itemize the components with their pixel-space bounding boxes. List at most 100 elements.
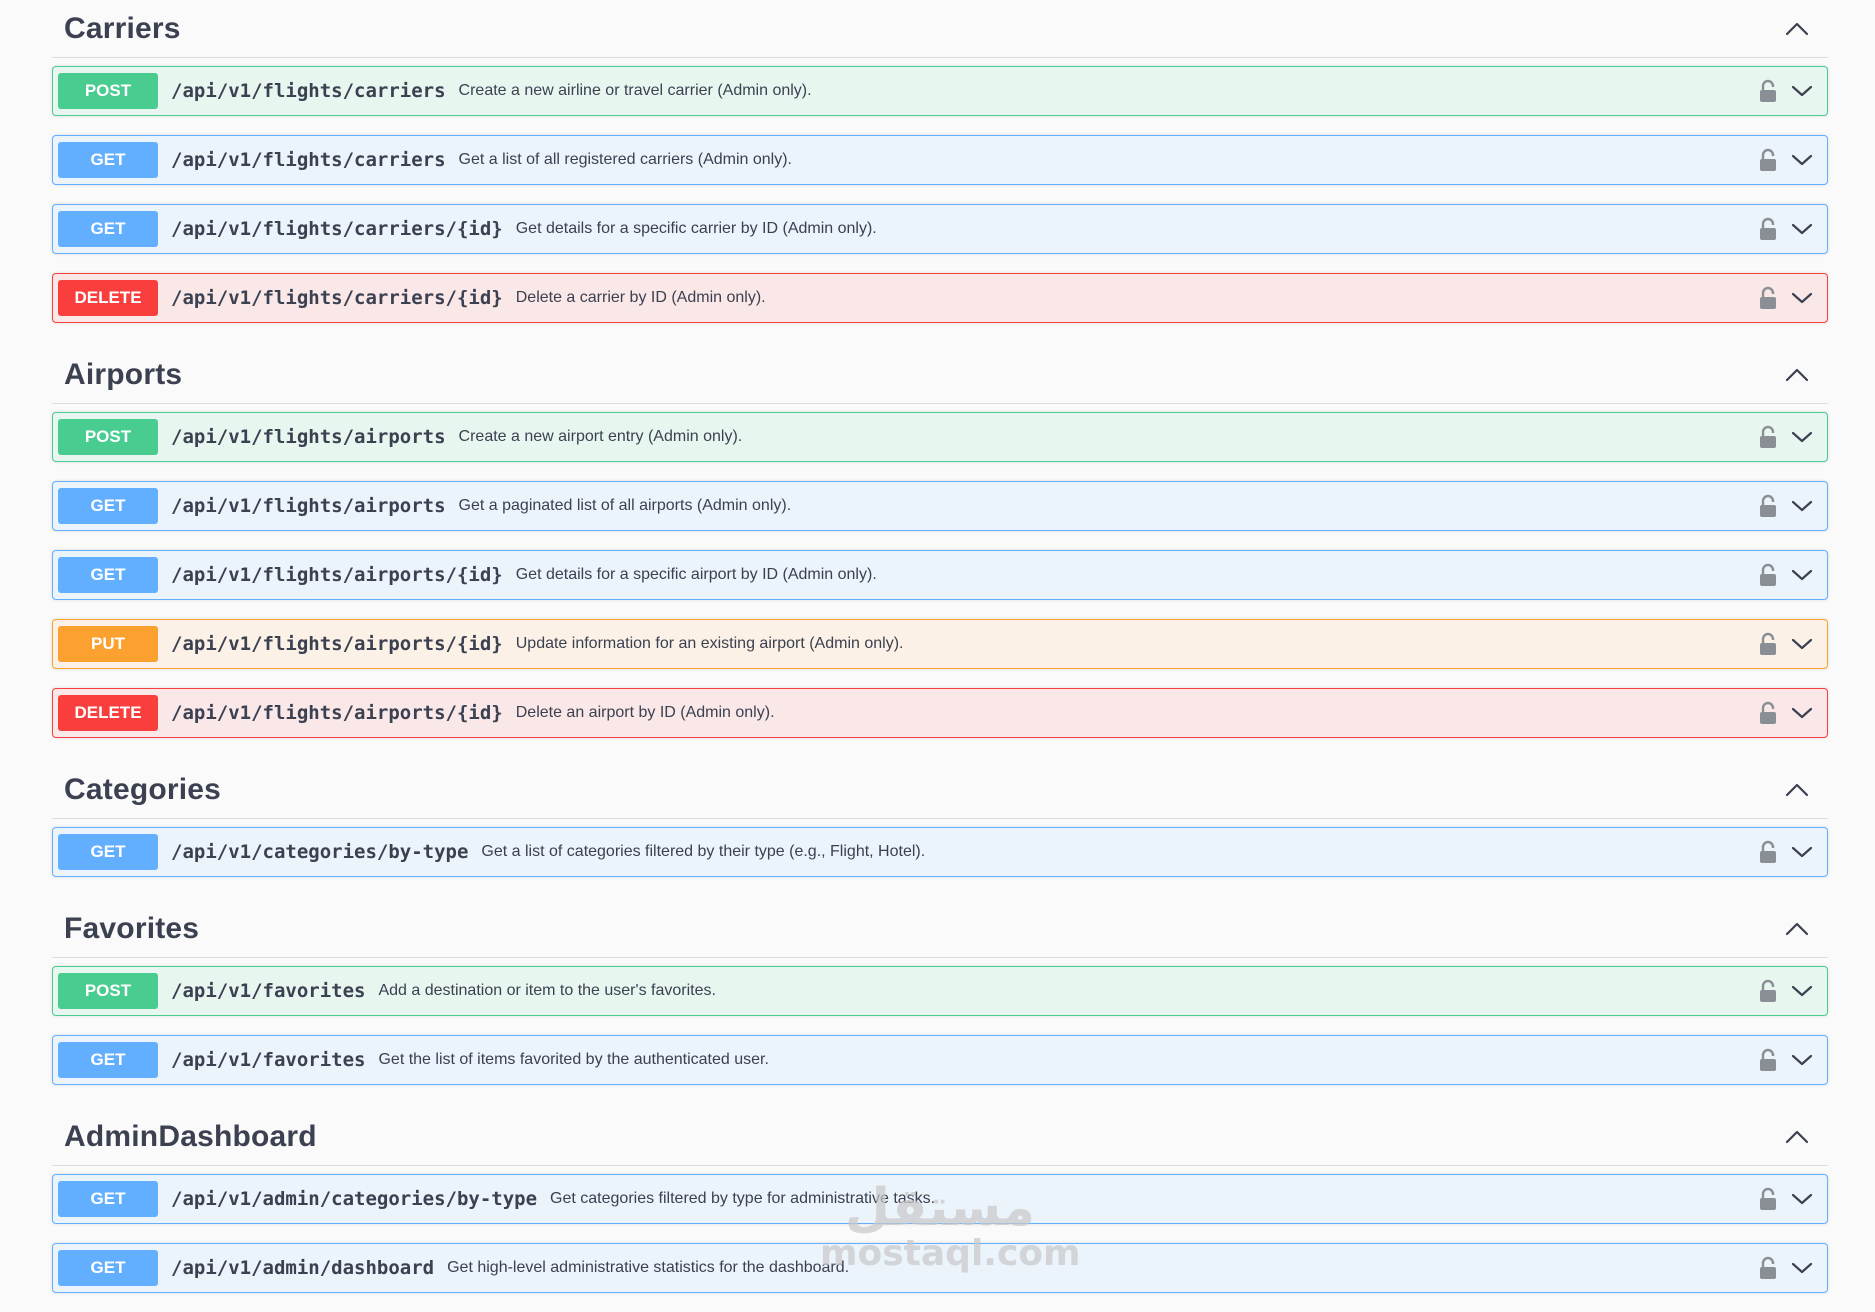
method-badge[interactable]: GET <box>58 1042 158 1078</box>
chevron-up-icon[interactable] <box>1782 14 1812 44</box>
operation-row[interactable]: GET/api/v1/admin/categories/by-type Get c… <box>52 1174 1828 1224</box>
operation-row[interactable]: DELETE/api/v1/flights/airports/{id} Delet… <box>52 688 1828 738</box>
endpoint-path[interactable]: /api/v1/admin/dashboard <box>171 1257 434 1279</box>
chevron-up-icon[interactable] <box>1782 1122 1812 1152</box>
endpoint-summary: Get high-level administrative statistics… <box>447 1259 850 1276</box>
operation-row[interactable]: GET/api/v1/flights/airports/{id} Get deta… <box>52 550 1828 600</box>
endpoint-summary: Get a list of all registered carriers (A… <box>458 151 792 168</box>
method-badge[interactable]: POST <box>58 419 158 455</box>
endpoint-path[interactable]: /api/v1/flights/carriers <box>171 80 446 102</box>
chevron-down-icon[interactable] <box>1789 285 1815 311</box>
chevron-down-icon[interactable] <box>1789 216 1815 242</box>
chevron-down-icon[interactable] <box>1789 978 1815 1004</box>
chevron-down-icon[interactable] <box>1789 424 1815 450</box>
endpoint-path[interactable]: /api/v1/flights/airports <box>171 426 446 448</box>
lock-icon[interactable] <box>1757 1186 1779 1212</box>
chevron-down-icon[interactable] <box>1789 839 1815 865</box>
lock-icon[interactable] <box>1757 631 1779 657</box>
section-admindashboard: AdminDashboard GET/api/v1/admin/categorie… <box>52 1108 1828 1312</box>
method-badge[interactable]: DELETE <box>58 695 158 731</box>
endpoint-summary: Create a new airline or travel carrier (… <box>458 82 812 99</box>
method-badge[interactable]: PUT <box>58 626 158 662</box>
operation-row[interactable]: POST/api/v1/favorites Add a destination o… <box>52 966 1828 1016</box>
chevron-down-icon[interactable] <box>1789 700 1815 726</box>
endpoint-path[interactable]: /api/v1/flights/airports/{id} <box>171 633 503 655</box>
endpoint-path[interactable]: /api/v1/favorites <box>171 980 365 1002</box>
endpoint-path[interactable]: /api/v1/flights/carriers <box>171 149 446 171</box>
lock-icon[interactable] <box>1757 216 1779 242</box>
endpoint-path[interactable]: /api/v1/flights/airports/{id} <box>171 702 503 724</box>
lock-icon[interactable] <box>1757 562 1779 588</box>
chevron-down-icon[interactable] <box>1789 631 1815 657</box>
chevron-down-icon[interactable] <box>1789 78 1815 104</box>
section-favorites: Favorites POST/api/v1/favorites Add a dest… <box>52 900 1828 1104</box>
section-title: AdminDashboard <box>64 1119 317 1153</box>
endpoint-summary: Add a destination or item to the user's … <box>378 982 716 999</box>
section-title: Favorites <box>64 911 200 945</box>
operation-row[interactable]: GET/api/v1/flights/airports Get a paginat… <box>52 481 1828 531</box>
lock-icon[interactable] <box>1757 700 1779 726</box>
operation-row[interactable]: DELETE/api/v1/flights/carriers/{id} Delet… <box>52 273 1828 323</box>
endpoint-summary: Delete a carrier by ID (Admin only). <box>515 289 766 306</box>
endpoint-summary: Create a new airport entry (Admin only). <box>458 428 743 445</box>
endpoint-path[interactable]: /api/v1/favorites <box>171 1049 365 1071</box>
operation-row[interactable]: GET/api/v1/admin/dashboard Get high-level… <box>52 1243 1828 1293</box>
chevron-down-icon[interactable] <box>1789 493 1815 519</box>
endpoint-summary: Update information for an existing airpo… <box>515 635 904 652</box>
method-badge[interactable]: GET <box>58 834 158 870</box>
endpoint-summary: Get a list of categories filtered by the… <box>481 843 926 860</box>
lock-icon[interactable] <box>1757 493 1779 519</box>
endpoint-path[interactable]: /api/v1/categories/by-type <box>171 841 468 863</box>
lock-icon[interactable] <box>1757 78 1779 104</box>
section-header[interactable]: Airports <box>52 346 1828 404</box>
operation-row[interactable]: PUT/api/v1/flights/airports/{id} Update i… <box>52 619 1828 669</box>
endpoint-summary: Get details for a specific airport by ID… <box>515 566 877 583</box>
method-badge[interactable]: GET <box>58 142 158 178</box>
operation-row[interactable]: GET/api/v1/categories/by-type Get a list … <box>52 827 1828 877</box>
lock-icon[interactable] <box>1757 1255 1779 1281</box>
operation-row[interactable]: POST/api/v1/flights/carriers Create a new… <box>52 66 1828 116</box>
lock-icon[interactable] <box>1757 978 1779 1004</box>
section-title: Categories <box>64 772 222 806</box>
operation-row[interactable]: GET/api/v1/flights/carriers/{id} Get deta… <box>52 204 1828 254</box>
lock-icon[interactable] <box>1757 285 1779 311</box>
section-header[interactable]: Categories <box>52 761 1828 819</box>
chevron-down-icon[interactable] <box>1789 1186 1815 1212</box>
chevron-down-icon[interactable] <box>1789 147 1815 173</box>
method-badge[interactable]: POST <box>58 73 158 109</box>
endpoint-path[interactable]: /api/v1/flights/carriers/{id} <box>171 218 503 240</box>
chevron-up-icon[interactable] <box>1782 914 1812 944</box>
section-header[interactable]: Favorites <box>52 900 1828 958</box>
operation-row[interactable]: GET/api/v1/favorites Get the list of item… <box>52 1035 1828 1085</box>
chevron-up-icon[interactable] <box>1782 360 1812 390</box>
method-badge[interactable]: GET <box>58 488 158 524</box>
method-badge[interactable]: GET <box>58 557 158 593</box>
section-categories: Categories GET/api/v1/categories/by-type G… <box>52 761 1828 896</box>
lock-icon[interactable] <box>1757 1047 1779 1073</box>
lock-icon[interactable] <box>1757 839 1779 865</box>
chevron-down-icon[interactable] <box>1789 562 1815 588</box>
method-badge[interactable]: GET <box>58 1250 158 1286</box>
section-airports: Airports POST/api/v1/flights/airports Crea… <box>52 346 1828 757</box>
section-carriers: Carriers POST/api/v1/flights/carriers Crea… <box>52 0 1828 342</box>
section-header[interactable]: Carriers <box>52 0 1828 58</box>
endpoint-path[interactable]: /api/v1/admin/categories/by-type <box>171 1188 537 1210</box>
section-header[interactable]: AdminDashboard <box>52 1108 1828 1166</box>
endpoint-path[interactable]: /api/v1/flights/airports <box>171 495 446 517</box>
lock-icon[interactable] <box>1757 147 1779 173</box>
chevron-up-icon[interactable] <box>1782 775 1812 805</box>
chevron-down-icon[interactable] <box>1789 1255 1815 1281</box>
operation-row[interactable]: GET/api/v1/flights/carriers Get a list of… <box>52 135 1828 185</box>
lock-icon[interactable] <box>1757 424 1779 450</box>
operation-row[interactable]: POST/api/v1/flights/airports Create a new… <box>52 412 1828 462</box>
method-badge[interactable]: POST <box>58 973 158 1009</box>
section-title: Airports <box>64 357 183 391</box>
endpoint-summary: Get a paginated list of all airports (Ad… <box>458 497 792 514</box>
endpoint-path[interactable]: /api/v1/flights/carriers/{id} <box>171 287 503 309</box>
method-badge[interactable]: GET <box>58 1181 158 1217</box>
endpoint-path[interactable]: /api/v1/flights/airports/{id} <box>171 564 503 586</box>
endpoint-summary: Get details for a specific carrier by ID… <box>515 220 877 237</box>
method-badge[interactable]: DELETE <box>58 280 158 316</box>
chevron-down-icon[interactable] <box>1789 1047 1815 1073</box>
method-badge[interactable]: GET <box>58 211 158 247</box>
